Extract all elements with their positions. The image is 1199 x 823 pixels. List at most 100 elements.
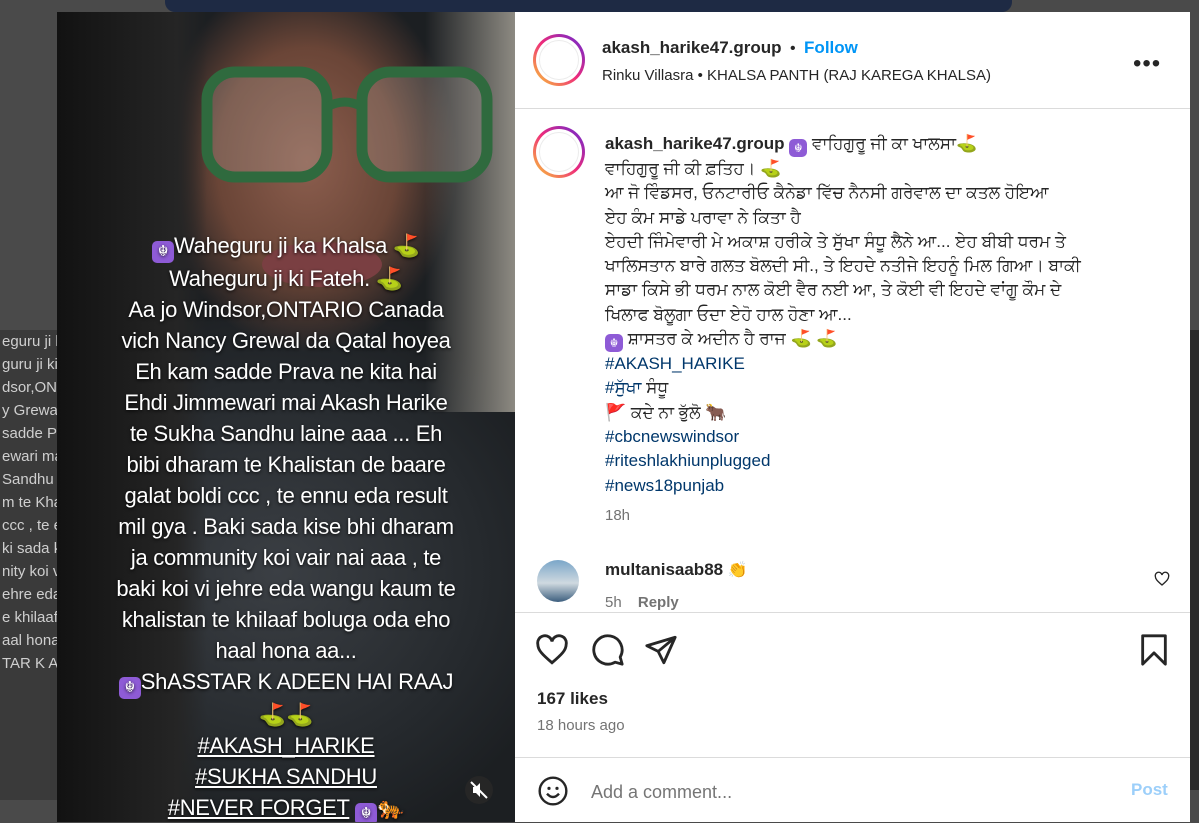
audio-line[interactable]: Rinku Villasra • KHALSA PANTH (RAJ KAREG… <box>602 67 991 84</box>
comment-heart-icon[interactable] <box>1154 571 1170 587</box>
post-detail-panel: akash_harike47.group • Follow Rinku Vill… <box>515 12 1190 822</box>
overlay-line: te Sukha Sandhu laine aaa ... Eh <box>129 421 443 446</box>
golf-flag-icon: ⛳ <box>375 266 403 291</box>
comment-username[interactable]: multanisaab88 <box>605 560 723 579</box>
golf-flag-icon: ⛳ <box>392 233 420 258</box>
comment-meta: 5h Reply <box>605 594 679 611</box>
caption-username[interactable]: akash_harike47.group <box>605 134 785 153</box>
media-text-overlay: ☬ Waheguru ji ka Khalsa ⛳ Waheguru ji ki … <box>57 230 515 822</box>
background-top-bar <box>165 0 1012 12</box>
overlay-line: ☬ ShASSTAR K ADEEN HAI RAAJ <box>57 666 515 699</box>
overlay-line: mil gya . Baki sada kise bhi dharam <box>118 514 454 539</box>
add-comment-bar: Post <box>515 757 1190 823</box>
background-text-fragment: eguru ji k <box>2 333 60 350</box>
caption-line: ਖਾਲਿਸਤਾਨ ਬਾਰੇ ਗਲਤ ਬੋਲਦੀ ਸੀ., ਤੇ ਇਹਦੇ ਨਤੀ… <box>605 256 1081 276</box>
post-timestamp: 18 hours ago <box>537 717 625 734</box>
share-icon[interactable] <box>644 633 678 667</box>
reply-button[interactable]: Reply <box>638 594 679 611</box>
background-text-fragment: ewari ma <box>2 448 60 465</box>
bookmark-icon[interactable] <box>1137 633 1171 667</box>
overlay-flags: ⛳⛳ <box>258 702 314 727</box>
overlay-line: ☬ Waheguru ji ka Khalsa ⛳ <box>57 230 515 263</box>
header-username[interactable]: akash_harike47.group <box>602 38 782 57</box>
caption-line: ਸਾਡਾ ਕਿਸੇ ਭੀ ਧਰਮ ਨਾਲ ਕੋਈ ਵੈਰ ਨਈ ਆ, ਤੇ ਕੋ… <box>605 280 1062 300</box>
hashtag-link[interactable]: #cbcnewswindsor <box>605 427 739 446</box>
post-media[interactable]: ☬ Waheguru ji ka Khalsa ⛳ Waheguru ji ki … <box>57 12 515 822</box>
avatar-image <box>539 132 579 172</box>
caption-line: ਏਹਦੀ ਜਿੰਮੇਵਾਰੀ ਮੇ ਅਕਾਸ਼ ਹਰੀਕੇ ਤੇ ਸੁੱਖਾ ਸ… <box>605 231 1066 251</box>
comment-input[interactable] <box>589 776 1073 808</box>
khanda-icon: ☬ <box>118 677 141 699</box>
caption-text: ਕਦੇ ਨਾ ਭੁੱਲੋ <box>630 402 701 422</box>
comment-avatar[interactable] <box>537 560 579 602</box>
overlay-line: Waheguru ji ki Fateh. ⛳ <box>169 266 403 291</box>
background-text-fragment: Sandhu <box>2 471 54 488</box>
clap-icon: 👏 <box>727 562 748 579</box>
caption-avatar[interactable] <box>533 126 585 178</box>
khanda-icon: ☬ <box>355 803 378 822</box>
overlay-line: bibi dharam te Khalistan de baare <box>126 452 446 477</box>
overlay-line: baki koi vi jehre eda wangu kaum te <box>116 576 456 601</box>
ox-icon: 🐂 <box>705 402 727 422</box>
header-title-row: akash_harike47.group • Follow <box>602 38 858 58</box>
avatar[interactable] <box>533 34 585 86</box>
overlay-line: Ehdi Jimmewari mai Akash Harike <box>124 390 448 415</box>
post-caption: akash_harike47.group ☬ ਵਾਹਿਗੁਰੂ ਜੀ ਕਾ ਖਾ… <box>605 132 1155 528</box>
caption-line: #ਸੁੱਖਾ ਸੰਧੂ <box>605 376 1155 400</box>
caption-line: ਖਿਲਾਫ ਬੋਲੂਗਾ ਓਦਾ ਏਹੋ ਹਾਲ ਹੋਣਾ ਆ... <box>605 304 852 324</box>
golf-flag-icon: ⛳ ⛳ <box>790 329 838 349</box>
header-dot: • <box>789 40 796 57</box>
hashtag-link[interactable]: #riteshlakhiunplugged <box>605 451 770 470</box>
background-text-fragment: ehre eda <box>2 586 60 603</box>
caption-line: #riteshlakhiunplugged <box>605 449 1155 473</box>
overlay-line: #NEVER FORGET ☬ 🐅 <box>57 792 515 822</box>
background-text-fragments: eguru ji k guru ji ki dsor,ONT y Grewal sadd… <box>0 330 60 800</box>
likes-count[interactable]: 167 likes <box>537 689 608 709</box>
caption-timestamp[interactable]: 18h <box>605 504 1155 528</box>
post-header: akash_harike47.group • Follow Rinku Vill… <box>515 12 1190 109</box>
hashtag-link[interactable]: #news18punjab <box>605 476 724 495</box>
khanda-icon: ☬ <box>152 241 175 263</box>
background-text-fragment: TAR K AD <box>2 655 60 672</box>
background-right-edge <box>1190 330 1199 790</box>
background-text-fragment: nity koi v <box>2 563 60 580</box>
comment-time[interactable]: 5h <box>605 594 622 611</box>
khanda-icon: ☬ <box>605 334 623 353</box>
background-text-fragment: m te Kha <box>2 494 60 511</box>
overlay-line: haal hona aa... <box>215 638 357 663</box>
caption-first-line: akash_harike47.group ☬ ਵਾਹਿਗੁਰੂ ਜੀ ਕਾ ਖਾ… <box>605 132 1155 157</box>
more-icon: ••• <box>1133 50 1162 77</box>
caption-text: ਸੰਧੂ <box>646 378 669 398</box>
background-text-fragment: guru ji ki <box>2 356 58 373</box>
tiger-icon: 🐅 <box>377 795 405 820</box>
caption-line: 🚩 ਕਦੇ ਨਾ ਭੁੱਲੋ 🐂 <box>605 401 1155 425</box>
overlay-line: galat boldi ccc , te ennu eda result <box>124 483 448 508</box>
hashtag-link[interactable]: #ਸੁੱਖਾ <box>605 378 641 397</box>
overlay-hashtag: #AKASH_HARIKE <box>197 733 375 758</box>
follow-button[interactable]: Follow <box>804 38 858 57</box>
overlay-line: Eh kam sadde Prava ne kita hai <box>135 359 437 384</box>
glasses-image <box>201 66 493 183</box>
comment-icon[interactable] <box>591 633 625 667</box>
caption-text: ਵਾਹਿਗੁਰੂ ਜੀ ਕਾ ਖਾਲਸਾ <box>812 134 956 153</box>
overlay-line: khalistan te khilaaf boluga oda eho <box>121 607 451 632</box>
hashtag-link[interactable]: #AKASH_HARIKE <box>605 354 745 373</box>
caption-line: ਏਹ ਕੰਮ ਸਾਡੇ ਪਰਾਵਾ ਨੇ ਕਿਤਾ ਹੈ <box>605 207 801 227</box>
post-comment-button[interactable]: Post <box>1131 780 1168 800</box>
background-text-fragment: sadde Pra <box>2 425 60 442</box>
overlay-line: ja community koi vair nai aaa , te <box>130 545 442 570</box>
overlay-line: Aa jo Windsor,ONTARIO Canada <box>128 297 444 322</box>
emoji-icon[interactable] <box>537 775 569 807</box>
overlay-line: vich Nancy Grewal da Qatal hoyea <box>121 328 451 353</box>
more-options-button[interactable]: ••• <box>1133 50 1161 78</box>
background-text-fragment: ki sada k <box>2 540 60 557</box>
comment-row: multanisaab88 👏 <box>605 560 747 580</box>
background-text-fragment: aal hona <box>2 632 60 649</box>
mute-icon <box>470 781 488 799</box>
background-text-fragment: y Grewal <box>2 402 60 419</box>
heart-icon[interactable] <box>535 633 569 667</box>
caption-line: #AKASH_HARIKE <box>605 352 1155 376</box>
overlay-hashtag: #SUKHA SANDHU <box>195 764 377 789</box>
mute-button[interactable] <box>465 776 493 804</box>
caption-line: #news18punjab <box>605 474 1155 498</box>
